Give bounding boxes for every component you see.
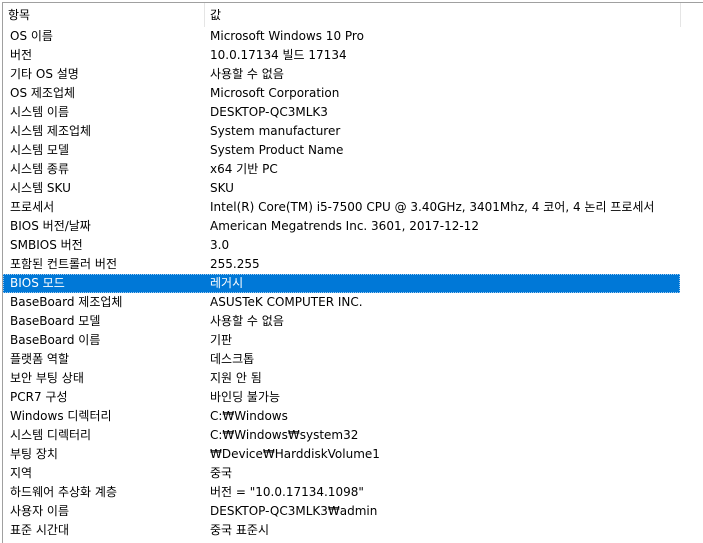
table-row[interactable]: 부팅 장치 ₩Device₩HarddiskVolume1 — [3, 445, 680, 464]
item-cell: 부팅 장치 — [10, 447, 58, 461]
item-cell: PCR7 구성 — [10, 390, 68, 404]
value-cell: 지원 안 됨 — [210, 371, 262, 385]
value-cell: ₩Device₩HarddiskVolume1 — [210, 447, 380, 461]
table-row[interactable]: 기타 OS 설명 사용할 수 없음 — [3, 65, 680, 84]
value-cell: 중국 — [210, 466, 233, 480]
table-row[interactable]: 시스템 제조업체 System manufacturer — [3, 122, 680, 141]
table-row[interactable]: 프로세서 Intel(R) Core(TM) i5-7500 CPU @ 3.40… — [3, 198, 680, 217]
table-row[interactable]: BIOS 버전/날짜 American Megatrends Inc. 3601,… — [3, 217, 680, 236]
item-cell: Windows 디렉터리 — [10, 409, 112, 423]
item-cell: BIOS 모드 — [10, 276, 65, 290]
item-cell: 포함된 컨트롤러 버전 — [10, 257, 117, 271]
value-cell: Microsoft Windows 10 Pro — [210, 29, 364, 43]
item-cell: BIOS 버전/날짜 — [10, 219, 91, 233]
column-header-item[interactable]: 항목 — [3, 3, 205, 27]
value-cell: SKU — [210, 181, 234, 195]
table-row[interactable]: 시스템 이름 DESKTOP-QC3MLK3 — [3, 103, 680, 122]
value-cell: C:₩Windows — [210, 409, 288, 423]
value-cell: C:₩Windows₩system32 — [210, 428, 359, 442]
table-row[interactable]: PCR7 구성 바인딩 불가능 — [3, 388, 680, 407]
table-row[interactable]: BaseBoard 모델 사용할 수 없음 — [3, 312, 680, 331]
table-row[interactable]: SMBIOS 버전 3.0 — [3, 236, 680, 255]
item-cell: 시스템 종류 — [10, 162, 70, 176]
column-header-value-label: 값 — [210, 8, 222, 22]
table-row[interactable]: 지역 중국 — [3, 464, 680, 483]
item-cell: 기타 OS 설명 — [10, 67, 79, 81]
value-cell: DESKTOP-QC3MLK3 — [210, 105, 328, 119]
item-cell: SMBIOS 버전 — [10, 238, 83, 252]
value-cell: 데스크톱 — [210, 352, 255, 366]
value-cell: 255.255 — [210, 257, 260, 271]
value-cell: 10.0.17134 빌드 17134 — [210, 48, 347, 62]
table-row[interactable]: 포함된 컨트롤러 버전 255.255 — [3, 255, 680, 274]
value-cell: Intel(R) Core(TM) i5-7500 CPU @ 3.40GHz,… — [210, 200, 655, 214]
item-cell: 시스템 모델 — [10, 143, 70, 157]
item-cell: 시스템 디렉터리 — [10, 428, 92, 442]
column-header-value[interactable]: 값 — [205, 3, 681, 27]
value-cell: 바인딩 불가능 — [210, 390, 281, 404]
table-row[interactable]: 하드웨어 추상화 계층 버전 = "10.0.17134.1098" — [3, 483, 680, 502]
table-row[interactable]: BaseBoard 이름 기판 — [3, 331, 680, 350]
value-cell: 중국 표준시 — [210, 523, 270, 537]
item-cell: 지역 — [10, 466, 33, 480]
value-cell: x64 기반 PC — [210, 162, 278, 176]
table-row[interactable]: 시스템 SKU SKU — [3, 179, 680, 198]
column-header: 항목 값 — [3, 3, 703, 27]
value-cell: 레거시 — [210, 276, 244, 290]
item-cell: 시스템 SKU — [10, 181, 71, 195]
value-cell: DESKTOP-QC3MLK3₩admin — [210, 504, 378, 518]
column-header-item-label: 항목 — [8, 8, 31, 22]
table-row[interactable]: OS 이름 Microsoft Windows 10 Pro — [3, 27, 680, 46]
table-row[interactable]: OS 제조업체 Microsoft Corporation — [3, 84, 680, 103]
item-cell: 버전 — [10, 48, 33, 62]
item-cell: BaseBoard 제조업체 — [10, 295, 123, 309]
value-cell: 버전 = "10.0.17134.1098" — [210, 485, 364, 499]
table-row[interactable]: 시스템 모델 System Product Name — [3, 141, 680, 160]
value-cell: 3.0 — [210, 238, 230, 252]
item-cell: 프로세서 — [10, 200, 55, 214]
item-cell: OS 이름 — [10, 29, 53, 43]
table-row[interactable]: BaseBoard 제조업체 ASUSTeK COMPUTER INC. — [3, 293, 680, 312]
table-row[interactable]: 시스템 종류 x64 기반 PC — [3, 160, 680, 179]
item-cell: BaseBoard 이름 — [10, 333, 101, 347]
item-cell: 시스템 이름 — [10, 105, 70, 119]
item-cell: 플랫폼 역할 — [10, 352, 70, 366]
value-cell: 사용할 수 없음 — [210, 67, 284, 81]
table-row[interactable]: 시스템 디렉터리 C:₩Windows₩system32 — [3, 426, 680, 445]
item-cell: 사용자 이름 — [10, 504, 70, 518]
item-cell: 표준 시간대 — [10, 523, 70, 537]
value-cell: 사용할 수 없음 — [210, 314, 284, 328]
value-cell: 기판 — [210, 333, 233, 347]
item-cell: 보안 부팅 상태 — [10, 371, 84, 385]
table-row[interactable]: 표준 시간대 중국 표준시 — [3, 521, 680, 540]
table-row[interactable]: 버전 10.0.17134 빌드 17134 — [3, 46, 680, 65]
item-cell: 시스템 제조업체 — [10, 124, 92, 138]
table-row[interactable]: 플랫폼 역할 데스크톱 — [3, 350, 680, 369]
table-row[interactable]: 보안 부팅 상태 지원 안 됨 — [3, 369, 680, 388]
item-cell: 하드웨어 추상화 계층 — [10, 485, 117, 499]
value-cell: Microsoft Corporation — [210, 86, 340, 100]
system-summary-list: OS 이름 Microsoft Windows 10 Pro 버전 10.0.1713… — [3, 27, 680, 540]
table-row[interactable]: BIOS 모드 레거시 — [3, 274, 680, 293]
item-cell: OS 제조업체 — [10, 86, 76, 100]
value-cell: American Megatrends Inc. 3601, 2017-12-1… — [210, 219, 479, 233]
value-cell: System manufacturer — [210, 124, 341, 138]
item-cell: BaseBoard 모델 — [10, 314, 101, 328]
table-row[interactable]: Windows 디렉터리 C:₩Windows — [3, 407, 680, 426]
value-cell: ASUSTeK COMPUTER INC. — [210, 295, 363, 309]
value-cell: System Product Name — [210, 143, 344, 157]
table-row[interactable]: 사용자 이름 DESKTOP-QC3MLK3₩admin — [3, 502, 680, 521]
